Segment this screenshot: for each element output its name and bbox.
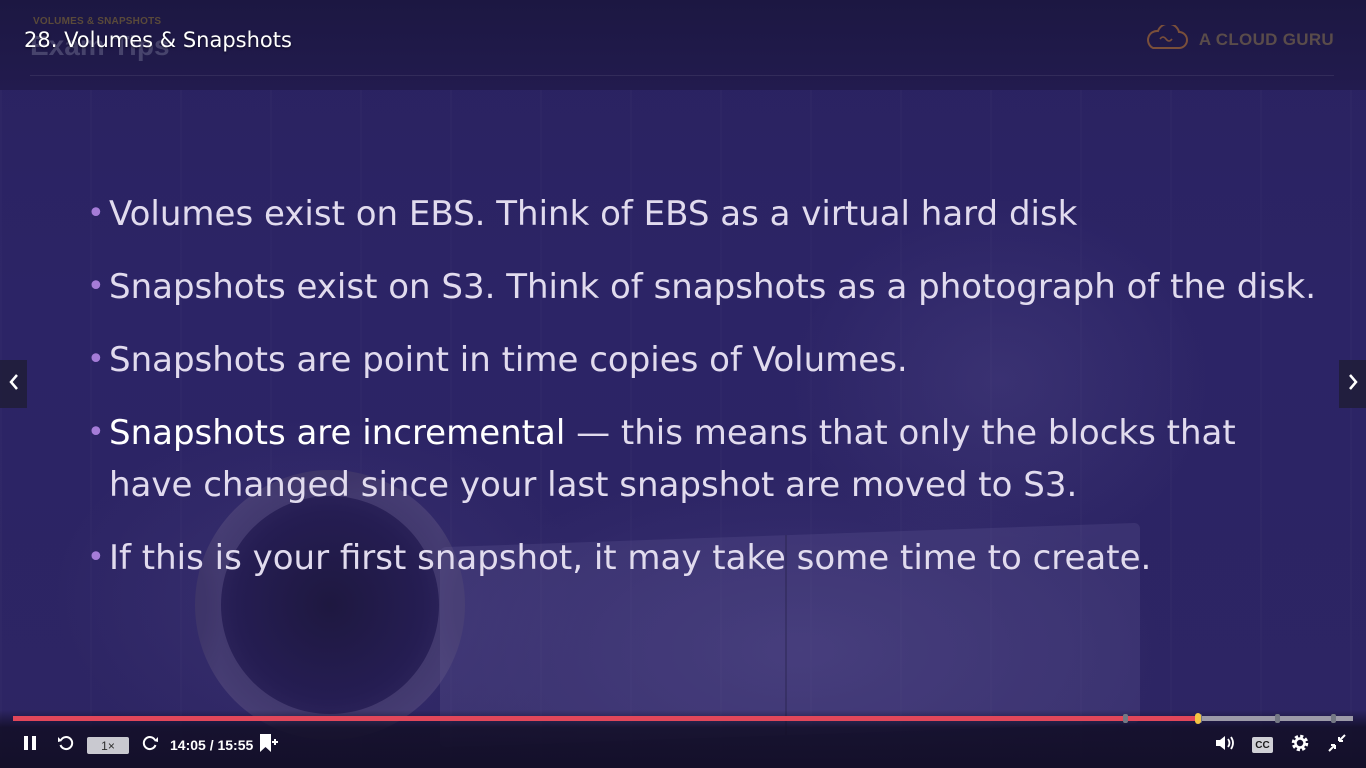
slide-kicker: VOLUMES & SNAPSHOTS <box>33 16 162 27</box>
video-title: 28. Volumes & Snapshots <box>24 28 292 52</box>
bullet-text: Volumes exist on EBS. Think of EBS as a … <box>109 194 1078 234</box>
bullet-dot: • <box>87 196 105 231</box>
cloud-logo-icon <box>1143 22 1189 55</box>
brand-logo: A CLOUD GURU <box>1143 22 1334 55</box>
next-slide-button[interactable] <box>1339 360 1366 408</box>
chevron-left-icon <box>7 372 21 396</box>
progress-bar[interactable] <box>13 713 1353 724</box>
previous-slide-button[interactable] <box>0 360 27 408</box>
playback-speed-button[interactable]: 1× <box>87 737 129 754</box>
list-item: • If this is your first snapshot, it may… <box>87 532 1327 584</box>
bullet-text: Snapshots exist on S3. Think of snapshot… <box>109 267 1316 307</box>
bullet-text: Snapshots are point in time copies of Vo… <box>109 340 908 380</box>
bookmark-add-icon <box>257 732 279 758</box>
exam-tips-list: • Volumes exist on EBS. Think of EBS as … <box>87 188 1327 605</box>
brand-name: A CLOUD GURU <box>1198 30 1334 49</box>
forward-icon <box>141 734 159 756</box>
captions-button[interactable]: CC <box>1252 737 1273 753</box>
pause-icon <box>23 735 37 755</box>
bullet-dot: • <box>87 342 105 377</box>
volume-button[interactable] <box>1214 733 1236 757</box>
rewind-button[interactable] <box>55 733 77 757</box>
list-item: • Snapshots are incremental — this means… <box>87 407 1327 511</box>
pause-button[interactable] <box>20 733 40 757</box>
add-bookmark-button[interactable] <box>256 733 280 757</box>
list-item: • Volumes exist on EBS. Think of EBS as … <box>87 188 1327 240</box>
list-item: • Snapshots exist on S3. Think of snapsh… <box>87 261 1327 313</box>
chapter-marker[interactable] <box>1274 714 1280 723</box>
list-item: • Snapshots are point in time copies of … <box>87 334 1327 386</box>
bullet-dot: • <box>87 415 105 450</box>
bullet-text: If this is your first snapshot, it may t… <box>109 538 1152 578</box>
gear-icon <box>1290 733 1310 757</box>
progress-fill <box>13 716 1199 721</box>
settings-button[interactable] <box>1288 733 1312 757</box>
bullet-dot: • <box>87 269 105 304</box>
rewind-icon <box>57 734 75 756</box>
time-display: 14:05 / 15:55 <box>170 737 254 753</box>
exit-fullscreen-button[interactable] <box>1325 733 1349 757</box>
bullet-emphasis: Snapshots are incremental <box>109 413 566 453</box>
chapter-marker[interactable] <box>1123 714 1129 723</box>
chapter-marker[interactable] <box>1330 714 1336 723</box>
exit-fullscreen-icon <box>1327 733 1347 757</box>
playhead-handle[interactable] <box>1195 713 1202 724</box>
volume-icon <box>1214 734 1236 756</box>
chevron-right-icon <box>1346 372 1360 396</box>
bullet-dot: • <box>87 540 105 575</box>
header-divider <box>30 75 1334 76</box>
forward-button[interactable] <box>139 733 161 757</box>
